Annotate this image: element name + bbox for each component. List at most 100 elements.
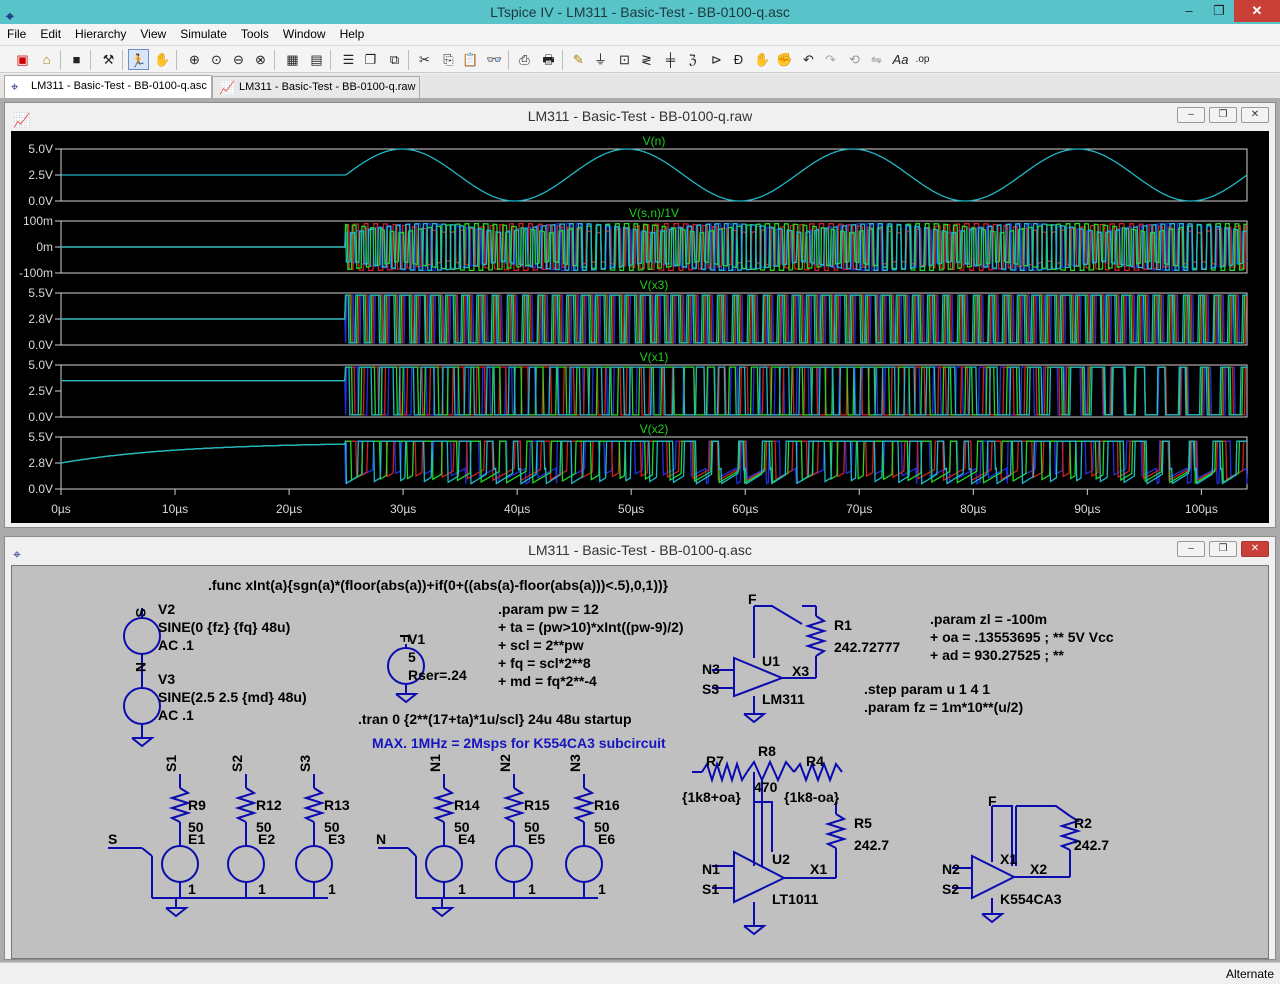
pane-title-1: V(s,n)/1V: [629, 206, 679, 220]
e1-label: E1: [188, 831, 205, 847]
close-all-icon[interactable]: ⧉: [384, 49, 405, 70]
pane-1-tick-0: 100m: [23, 214, 53, 228]
rotate-icon[interactable]: ⟲: [844, 49, 865, 70]
tab-waveform[interactable]: 📈 LM311 - Basic-Test - BB-0100-q.raw: [212, 76, 421, 98]
schematic-window-titlebar[interactable]: ⌖ LM311 - Basic-Test - BB-0100-q.asc – ❐…: [5, 537, 1275, 563]
r2-value: 242.7: [1074, 837, 1109, 853]
pane-4-tick-1: 2.8V: [28, 456, 53, 470]
pane-title-4: V(x2): [640, 422, 669, 436]
component-icon[interactable]: Ð: [728, 49, 749, 70]
pane-3-tick-1: 2.5V: [28, 384, 53, 398]
capacitor-icon[interactable]: ╪: [660, 49, 681, 70]
u1-label: U1: [762, 653, 780, 669]
find-icon[interactable]: 👓: [484, 49, 505, 70]
menu-edit[interactable]: Edit: [33, 24, 68, 44]
spice-directive-icon[interactable]: .op: [912, 49, 933, 70]
save-icon[interactable]: ■: [66, 49, 87, 70]
schematic-window-title: LM311 - Basic-Test - BB-0100-q.asc: [528, 542, 752, 558]
halt-icon[interactable]: ✋: [152, 49, 173, 70]
diode-icon[interactable]: ⊳: [706, 49, 727, 70]
x-tick-1: 10µs: [162, 502, 188, 516]
r1-value: 242.72777: [834, 639, 900, 655]
param-ad: + ad = 930.27525 ; **: [930, 647, 1064, 663]
paste-icon[interactable]: 📋: [460, 49, 481, 70]
n1-label: N1: [702, 861, 720, 877]
move-icon[interactable]: ✋: [752, 49, 773, 70]
waveform-edit-icon[interactable]: ▤: [306, 49, 327, 70]
zoom-fit-icon[interactable]: ⊗: [250, 49, 271, 70]
x-tick-6: 60µs: [732, 502, 758, 516]
x-tick-10: 100µs: [1185, 502, 1218, 516]
inductor-icon[interactable]: ℨ: [682, 49, 703, 70]
waveform-close-button[interactable]: ✕: [1241, 107, 1269, 123]
close-button[interactable]: ✕: [1234, 0, 1280, 22]
menu-file[interactable]: File: [0, 24, 33, 44]
schematic-close-button[interactable]: ✕: [1241, 541, 1269, 557]
menu-tools[interactable]: Tools: [234, 24, 276, 44]
menu-simulate[interactable]: Simulate: [173, 24, 234, 44]
pane-4-tick-2: 0.0V: [28, 482, 53, 496]
waveform-plot[interactable]: V(n) 5.0V 2.5V 0.0V V(s,n)/1V 100m 0m -100m V(x3…: [11, 131, 1269, 523]
x-tick-4: 40µs: [504, 502, 530, 516]
pane-title-0: V(n): [643, 134, 666, 148]
autorange-icon[interactable]: ▦: [282, 49, 303, 70]
k554ca3-label: K554CA3: [1000, 891, 1062, 907]
schematic-minimize-button[interactable]: –: [1177, 541, 1205, 557]
print-icon[interactable]: 🖶: [538, 49, 559, 70]
tab-schematic[interactable]: ⌖ LM311 - Basic-Test - BB-0100-q.asc: [4, 75, 212, 99]
label-net-icon[interactable]: ⊡: [614, 49, 635, 70]
schematic-canvas[interactable]: .func xInt(a){sgn(a)*(floor(abs(a))+if(0…: [11, 565, 1269, 959]
param-fq: + fq = scl*2**8: [498, 655, 591, 671]
r16-label: R16: [594, 797, 620, 813]
zoom-out-icon[interactable]: ⊖: [228, 49, 249, 70]
status-bar: Alternate: [0, 962, 1280, 984]
schematic-svg[interactable]: .func xInt(a){sgn(a)*(floor(abs(a))+if(0…: [12, 566, 1270, 960]
s1-label: S1: [702, 881, 719, 897]
copy-icon[interactable]: ⎘: [438, 49, 459, 70]
redo-icon[interactable]: ↷: [820, 49, 841, 70]
zoom-in-icon[interactable]: ⊕: [184, 49, 205, 70]
k554-x1-label: X1: [1000, 851, 1017, 867]
v2-node: S: [133, 608, 149, 617]
param-zl: .param zl = -100m: [930, 611, 1047, 627]
cascade-icon[interactable]: ❐: [360, 49, 381, 70]
print-setup-icon[interactable]: ⎙: [514, 49, 535, 70]
e3-node: S3: [297, 755, 313, 772]
e6-node: N3: [567, 754, 583, 772]
n-net-label: N: [376, 831, 386, 847]
control-panel-icon[interactable]: ⚒: [98, 49, 119, 70]
open-folder-icon[interactable]: ⌂: [36, 49, 57, 70]
waveform-minimize-button[interactable]: –: [1177, 107, 1205, 123]
new-schematic-icon[interactable]: ▣: [12, 49, 33, 70]
tile-horizontal-icon[interactable]: ☰: [338, 49, 359, 70]
pane-1-tick-2: -100m: [19, 266, 53, 280]
drag-icon[interactable]: ✊: [774, 49, 795, 70]
r15-label: R15: [524, 797, 550, 813]
waveform-window-titlebar[interactable]: 📈 LM311 - Basic-Test - BB-0100-q.raw – ❐…: [5, 103, 1275, 129]
menu-view[interactable]: View: [133, 24, 173, 44]
menu-hierarchy[interactable]: Hierarchy: [68, 24, 133, 44]
pane-title-2: V(x3): [640, 278, 669, 292]
pan-icon[interactable]: ⊙: [206, 49, 227, 70]
resistor-icon[interactable]: ≷: [636, 49, 657, 70]
menu-window[interactable]: Window: [276, 24, 333, 44]
vn-trace: [61, 148, 1248, 202]
v3-ac: AC .1: [158, 707, 194, 723]
run-icon[interactable]: 🏃: [128, 49, 149, 70]
restore-button[interactable]: ❐: [1204, 0, 1234, 22]
v3-label: V3: [158, 671, 175, 687]
draw-wire-icon[interactable]: ✎: [568, 49, 589, 70]
mirror-icon[interactable]: ⇋: [866, 49, 887, 70]
func-directive: .func xInt(a){sgn(a)*(floor(abs(a))+if(0…: [208, 577, 669, 593]
r7-value: {1k8+oa}: [682, 789, 741, 805]
schematic-restore-button[interactable]: ❐: [1209, 541, 1237, 557]
ground-icon[interactable]: ⏚: [590, 49, 611, 70]
e1-node: S1: [163, 755, 179, 772]
waveform-svg[interactable]: V(n) 5.0V 2.5V 0.0V V(s,n)/1V 100m 0m -100m V(x3…: [11, 131, 1269, 523]
undo-icon[interactable]: ↶: [798, 49, 819, 70]
cut-icon[interactable]: ✂: [414, 49, 435, 70]
minimize-button[interactable]: –: [1174, 0, 1204, 22]
waveform-restore-button[interactable]: ❐: [1209, 107, 1237, 123]
text-icon[interactable]: Aa: [890, 49, 911, 70]
menu-help[interactable]: Help: [333, 24, 372, 44]
